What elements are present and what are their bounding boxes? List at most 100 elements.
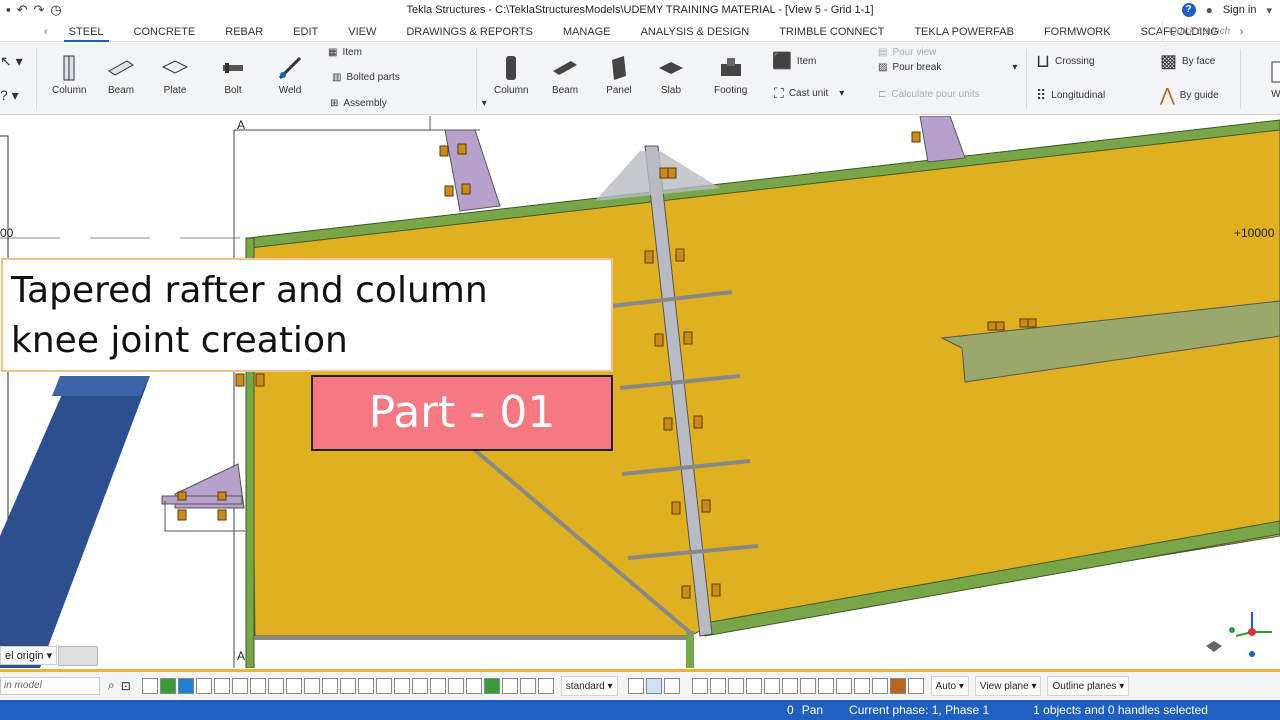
snap-layer-icon[interactable]	[907, 677, 924, 694]
ribbon-left-arrow-icon[interactable]: ↖ ▾	[0, 53, 23, 70]
snap-color-icon[interactable]	[889, 677, 906, 694]
steel-column-button[interactable]: Column	[52, 53, 86, 96]
auto-select[interactable]: Auto ▾	[930, 675, 969, 696]
bolt-button[interactable]: Bolt	[218, 53, 248, 96]
snap-center-icon[interactable]	[727, 677, 744, 694]
pour-break-button[interactable]: ▨ Pour break ▾	[878, 62, 1017, 73]
longitudinal-icon: ⠿	[1036, 87, 1047, 103]
outline-planes-select[interactable]: Outline planes ▾	[1047, 675, 1130, 696]
snap-geometry-icon[interactable]	[709, 677, 726, 694]
select-rebar-icon[interactable]	[267, 677, 284, 694]
tab-steel[interactable]: STEEL	[54, 22, 119, 42]
tab-tekla-powerfab[interactable]: TEKLA POWERFAB	[899, 22, 1029, 42]
snap-midpoint-icon[interactable]	[745, 677, 762, 694]
crossing-button[interactable]: ⊔ Crossing	[1036, 51, 1095, 72]
sign-in-link[interactable]: Sign in	[1223, 4, 1257, 16]
pour-break-dropdown-icon[interactable]: ▾	[1012, 62, 1017, 73]
search-icon[interactable]: ⌕	[108, 678, 115, 693]
footing-button[interactable]: Footing	[714, 53, 747, 96]
tab-concrete[interactable]: CONCRETE	[119, 22, 211, 42]
tabs-scroll-left-icon[interactable]: ‹	[0, 26, 54, 38]
select-part-icon[interactable]	[159, 677, 176, 694]
select-group-icon[interactable]	[429, 677, 446, 694]
assembly-button[interactable]: ⊞ Assembly ▾	[330, 98, 487, 109]
tab-analysis-design[interactable]: ANALYSIS & DESIGN	[626, 22, 765, 42]
ribbon-left-help-icon[interactable]: ? ▾	[0, 87, 19, 104]
grid-label-a-top: A	[237, 118, 246, 132]
view-plane-select[interactable]: View plane ▾	[974, 675, 1042, 696]
cast-unit-button[interactable]: ⛶ Cast unit ▾	[774, 85, 844, 102]
snap-any-icon[interactable]	[835, 677, 852, 694]
pointer-icon[interactable]	[645, 677, 662, 694]
pour-view-button[interactable]: ▤ Pour view	[878, 47, 936, 58]
select-zoom-icon[interactable]	[537, 677, 554, 694]
help-icon[interactable]: ?	[1181, 3, 1196, 17]
panel-button[interactable]: Panel	[604, 53, 634, 96]
tab-formwork[interactable]: FORMWORK	[1029, 22, 1126, 42]
snap-reference-icon[interactable]	[691, 677, 708, 694]
elevation-label-left: 00	[0, 226, 14, 240]
select-weld-icon[interactable]	[231, 677, 248, 694]
select-custom-icon[interactable]	[483, 677, 500, 694]
search-in-model-input[interactable]: in model	[0, 676, 100, 695]
eye-icon[interactable]	[663, 677, 680, 694]
select-grid-icon[interactable]	[195, 677, 212, 694]
tab-manage[interactable]: MANAGE	[548, 22, 626, 42]
zoom-icon[interactable]: ⊡	[121, 679, 131, 693]
selection-filter-select[interactable]: standard ▾	[560, 675, 618, 696]
select-assembly-icon[interactable]	[375, 677, 392, 694]
select-filter-icon[interactable]	[465, 677, 482, 694]
snap-nearest-icon[interactable]	[817, 677, 834, 694]
steel-plate-button[interactable]: Plate	[160, 53, 190, 96]
tab-rebar[interactable]: REBAR	[210, 22, 278, 42]
select-point-icon[interactable]	[321, 677, 338, 694]
more-icon[interactable]: ▾	[1266, 4, 1272, 17]
snap-override-icon[interactable]	[871, 677, 888, 694]
model-view[interactable]: A A 00 +10000 Tapered rafter and column …	[0, 116, 1280, 668]
tab-trimble-connect[interactable]: TRIMBLE CONNECT	[764, 22, 899, 42]
select-reference-icon[interactable]	[357, 677, 374, 694]
select-task-icon[interactable]	[447, 677, 464, 694]
cast-unit-dropdown-icon[interactable]: ▾	[839, 88, 844, 99]
snap-z-icon[interactable]	[853, 677, 870, 694]
concrete-beam-button[interactable]: Beam	[550, 53, 580, 96]
assembly-dropdown-icon[interactable]: ▾	[482, 98, 487, 109]
tab-edit[interactable]: EDIT	[278, 22, 333, 42]
snap-intersection-icon[interactable]	[763, 677, 780, 694]
select-bolt-icon[interactable]	[213, 677, 230, 694]
wizard-button[interactable]: Wi	[1262, 57, 1280, 100]
concrete-column-button[interactable]: Column	[494, 53, 528, 96]
tab-drawings-reports[interactable]: DRAWINGS & REPORTS	[391, 22, 548, 42]
tab-view[interactable]: VIEW	[333, 22, 391, 42]
select-cut-icon[interactable]	[249, 677, 266, 694]
select-view-icon[interactable]	[339, 677, 356, 694]
by-face-button[interactable]: ▩ By face	[1160, 51, 1215, 72]
select-plane-icon[interactable]	[285, 677, 302, 694]
overlay-title-line-2: knee joint creation	[11, 320, 348, 361]
by-guide-button[interactable]: ⋀ By guide	[1160, 85, 1219, 106]
select-link-icon[interactable]	[519, 677, 536, 694]
steel-beam-button[interactable]: Beam	[106, 53, 136, 96]
blue-column-top	[52, 376, 150, 396]
select-component-icon[interactable]	[177, 677, 194, 694]
select-arrow-icon[interactable]	[141, 677, 158, 694]
select-surface-icon[interactable]	[303, 677, 320, 694]
snap-line-icon[interactable]	[799, 677, 816, 694]
calculate-pour-units-button[interactable]: ⊏ Calculate pour units	[878, 89, 980, 100]
steel-item-button[interactable]: ▦ Item	[328, 47, 362, 58]
slab-button[interactable]: Slab	[656, 53, 686, 96]
weld-button[interactable]: Weld	[275, 53, 305, 96]
weld-icon	[275, 53, 305, 83]
select-extra-icon[interactable]	[501, 677, 518, 694]
origin-add-buttons[interactable]	[58, 646, 98, 666]
origin-select[interactable]: el origin ▾	[0, 646, 58, 665]
concrete-item-button[interactable]: ⬛ Item	[772, 51, 816, 71]
filter-icon[interactable]	[627, 677, 644, 694]
bolted-parts-button[interactable]: ▥ Bolted parts	[332, 72, 400, 83]
select-pour-icon[interactable]	[393, 677, 410, 694]
quick-launch-input[interactable]: Quick Launch	[1162, 22, 1280, 42]
snap-perpendicular-icon[interactable]	[781, 677, 798, 694]
longitudinal-button[interactable]: ⠿ Longitudinal	[1036, 87, 1105, 104]
select-object-icon[interactable]	[411, 677, 428, 694]
user-icon[interactable]: ●	[1206, 3, 1213, 17]
